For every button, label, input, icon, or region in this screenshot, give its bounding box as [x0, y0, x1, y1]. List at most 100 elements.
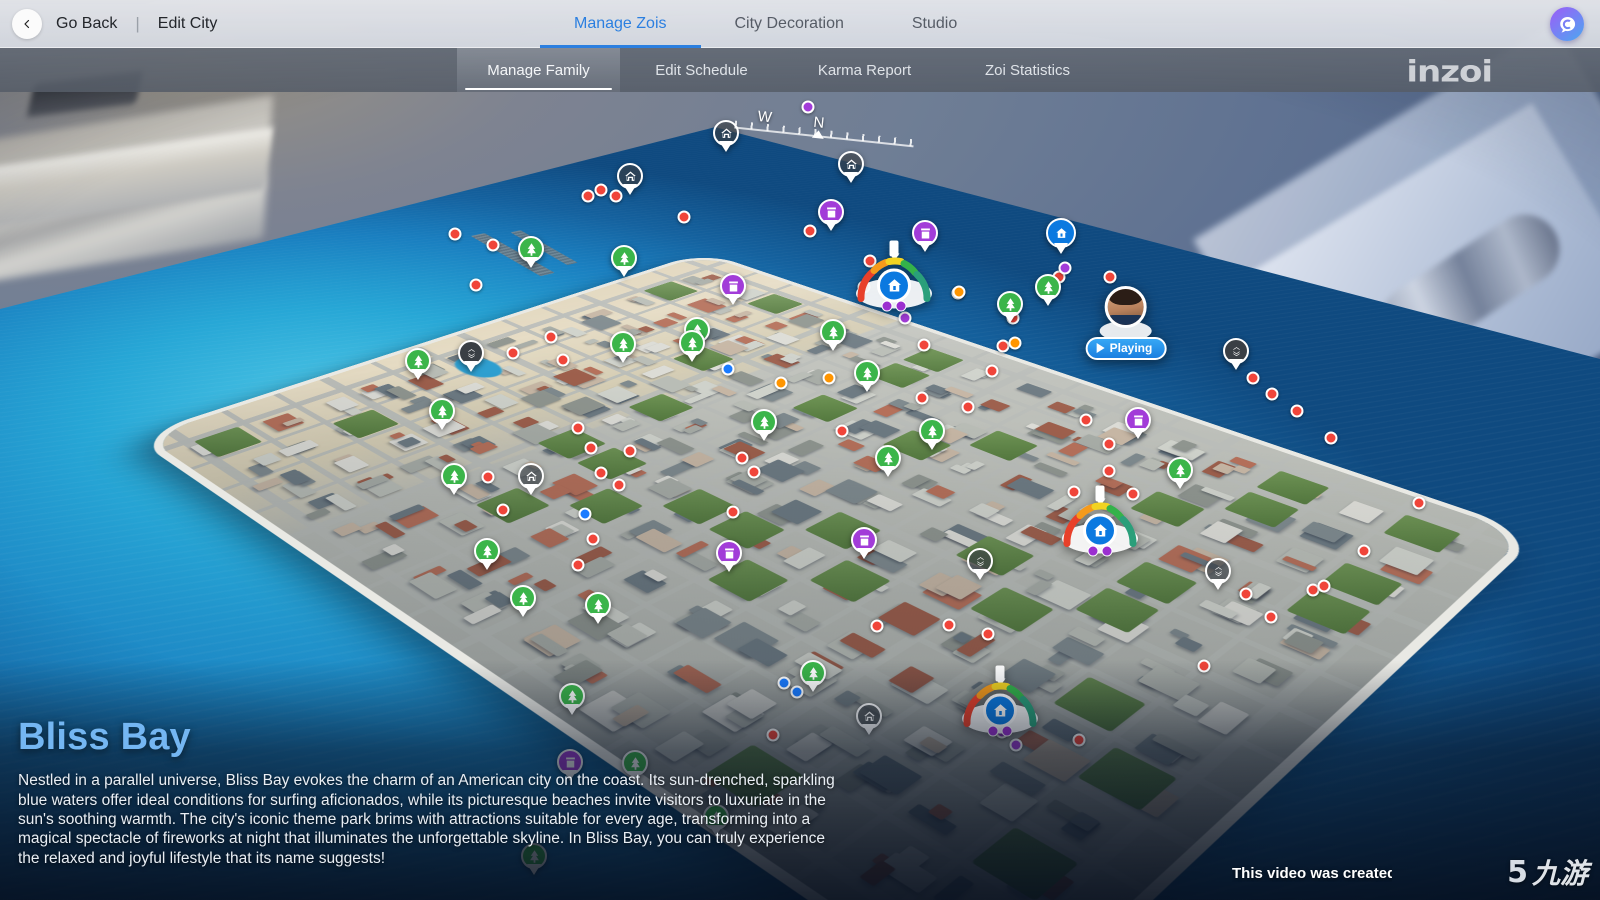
map-dot-red[interactable]	[736, 452, 749, 465]
map-pin-light[interactable]	[967, 548, 993, 580]
map-dot-red[interactable]	[982, 628, 995, 641]
chat-assistant-button[interactable]	[1550, 7, 1584, 41]
map-dot-orange[interactable]	[775, 377, 788, 390]
map-dot-red[interactable]	[1325, 432, 1338, 445]
tab-manage-zois[interactable]: Manage Zois	[540, 0, 701, 48]
playing-zoi-marker[interactable]: Playing	[1086, 286, 1167, 360]
map-dot-red[interactable]	[482, 471, 495, 484]
tab-city-decoration[interactable]: City Decoration	[701, 0, 878, 48]
map-dot-red[interactable]	[916, 392, 929, 405]
map-dot-red[interactable]	[545, 331, 558, 344]
map-dot-red[interactable]	[804, 225, 817, 238]
map-pin-dark[interactable]	[458, 340, 484, 372]
map-dot-red[interactable]	[587, 533, 600, 546]
map-dot-red[interactable]	[1265, 611, 1278, 624]
map-dot-red[interactable]	[1266, 388, 1279, 401]
map-dot-red[interactable]	[962, 401, 975, 414]
map-pin-green[interactable]	[919, 418, 945, 450]
map-dot-red[interactable]	[836, 425, 849, 438]
map-dot-red[interactable]	[1080, 414, 1093, 427]
map-dot-red[interactable]	[1358, 545, 1371, 558]
map-dot-red[interactable]	[678, 211, 691, 224]
map-pin-bluehouse[interactable]	[1046, 218, 1072, 250]
map-pin-green[interactable]	[441, 463, 467, 495]
edit-city-button[interactable]: Edit City	[158, 15, 218, 33]
map-dot-purple[interactable]	[1059, 262, 1072, 275]
map-pin-green[interactable]	[405, 348, 431, 380]
map-pin-green[interactable]	[510, 585, 536, 617]
map-pin-purple[interactable]	[912, 220, 938, 252]
map-pin-light[interactable]	[518, 463, 544, 495]
map-pin-green[interactable]	[610, 331, 636, 363]
map-pin-green[interactable]	[1167, 457, 1193, 489]
map-dot-red[interactable]	[624, 445, 637, 458]
map-dot-red[interactable]	[1413, 497, 1426, 510]
tab-studio[interactable]: Studio	[878, 0, 991, 48]
map-dot-red[interactable]	[986, 365, 999, 378]
map-dot-red[interactable]	[449, 228, 462, 241]
map-pin-green[interactable]	[751, 409, 777, 441]
map-dot-red[interactable]	[1103, 465, 1116, 478]
map-pin-light[interactable]	[617, 163, 643, 195]
map-dot-red[interactable]	[582, 190, 595, 203]
map-dot-red[interactable]	[748, 466, 761, 479]
map-pin-green[interactable]	[997, 291, 1023, 323]
map-dot-purple[interactable]	[1010, 739, 1023, 752]
map-dot-blue[interactable]	[722, 363, 735, 376]
map-pin-green[interactable]	[518, 236, 544, 268]
map-pin-green[interactable]	[585, 592, 611, 624]
map-dot-red[interactable]	[557, 354, 570, 367]
map-dot-red[interactable]	[1103, 438, 1116, 451]
map-pin-light[interactable]	[856, 703, 882, 735]
map-pin-purple[interactable]	[716, 540, 742, 572]
map-dot-red[interactable]	[507, 347, 520, 360]
map-dot-red[interactable]	[585, 442, 598, 455]
map-pin-green[interactable]	[800, 660, 826, 692]
map-dot-blue[interactable]	[579, 508, 592, 521]
subtab-zoi-statistics[interactable]: Zoi Statistics	[946, 48, 1109, 92]
map-pin-purple[interactable]	[818, 199, 844, 231]
subtab-karma-report[interactable]: Karma Report	[783, 48, 946, 92]
map-dot-red[interactable]	[497, 504, 510, 517]
map-pin-dark[interactable]	[1223, 338, 1249, 370]
map-dot-red[interactable]	[1104, 271, 1117, 284]
map-dot-red[interactable]	[1073, 734, 1086, 747]
map-dot-red[interactable]	[470, 279, 483, 292]
map-dot-red[interactable]	[918, 339, 931, 352]
household-marker[interactable]	[961, 674, 1039, 740]
map-pin-purple[interactable]	[1125, 407, 1151, 439]
subtab-edit-schedule[interactable]: Edit Schedule	[620, 48, 783, 92]
map-pin-green[interactable]	[820, 319, 846, 351]
status-badge[interactable]: Playing	[1086, 337, 1167, 360]
household-marker[interactable]	[1061, 494, 1139, 560]
household-marker[interactable]	[855, 249, 933, 315]
go-back-button[interactable]	[12, 9, 42, 39]
map-dot-red[interactable]	[1318, 580, 1331, 593]
map-dot-red[interactable]	[487, 239, 500, 252]
map-dot-red[interactable]	[613, 479, 626, 492]
map-dot-orange[interactable]	[823, 372, 836, 385]
map-pin-green[interactable]	[875, 445, 901, 477]
map-dot-orange[interactable]	[1009, 337, 1022, 350]
map-dot-red[interactable]	[572, 559, 585, 572]
map-dot-orange[interactable]	[953, 286, 966, 299]
subtab-manage-family[interactable]: Manage Family	[457, 48, 620, 92]
map-pin-purple[interactable]	[851, 527, 877, 559]
map-dot-red[interactable]	[595, 184, 608, 197]
map-pin-light[interactable]	[1205, 558, 1231, 590]
map-pin-light[interactable]	[838, 151, 864, 183]
go-back-label[interactable]: Go Back	[56, 15, 117, 33]
map-pin-purple[interactable]	[720, 273, 746, 305]
map-dot-red[interactable]	[943, 619, 956, 632]
map-pin-green[interactable]	[559, 683, 585, 715]
map-dot-red[interactable]	[1198, 660, 1211, 673]
map-pin-green[interactable]	[854, 360, 880, 392]
map-dot-red[interactable]	[595, 467, 608, 480]
map-pin-green[interactable]	[474, 538, 500, 570]
map-pin-green[interactable]	[429, 398, 455, 430]
map-pin-green[interactable]	[611, 245, 637, 277]
map-dot-red[interactable]	[727, 506, 740, 519]
map-pin-green[interactable]	[679, 330, 705, 362]
map-dot-red[interactable]	[1247, 372, 1260, 385]
map-dot-blue[interactable]	[778, 677, 791, 690]
